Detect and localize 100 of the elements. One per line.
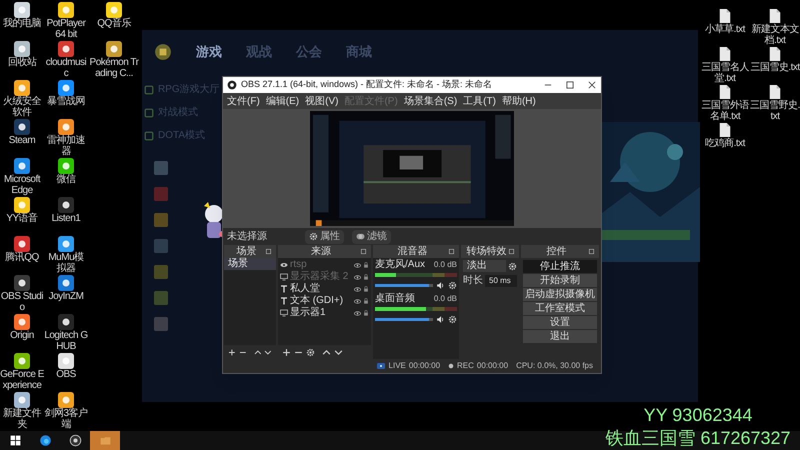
eye-icon[interactable] <box>354 310 361 316</box>
app-icon[interactable] <box>58 2 74 18</box>
icon-label[interactable]: 雷神加速器 <box>44 135 88 157</box>
app-icon[interactable] <box>58 236 74 252</box>
eye-icon[interactable] <box>354 274 361 280</box>
app-icon[interactable] <box>58 41 74 57</box>
control-button[interactable]: 工作室模式 <box>523 302 597 315</box>
speaker-icon[interactable] <box>436 314 445 324</box>
icon-label[interactable]: MuMu模拟器 <box>44 252 88 274</box>
icon-label[interactable]: 暴雪战网 <box>47 96 85 107</box>
icon-label[interactable]: YY语音 <box>6 213 38 224</box>
icon-label[interactable]: GeForce Experience <box>0 369 44 391</box>
icon-label[interactable]: cloudmusic <box>44 57 88 79</box>
control-button[interactable]: 退出 <box>523 330 597 343</box>
app-icon[interactable] <box>14 236 30 252</box>
app-icon[interactable] <box>14 80 30 96</box>
gear-icon[interactable] <box>448 280 457 290</box>
app-icon[interactable] <box>14 275 30 291</box>
nav-tab[interactable]: 游戏 <box>196 42 222 62</box>
app-icon[interactable] <box>58 353 74 369</box>
icon-label[interactable]: OBS <box>56 369 76 380</box>
icon-label[interactable]: Listen1 <box>52 213 80 224</box>
app-icon[interactable] <box>58 80 74 96</box>
gear-icon[interactable] <box>306 348 315 356</box>
up-icon[interactable] <box>322 348 331 356</box>
source-item[interactable]: 显示器1 <box>290 307 352 319</box>
icon-label[interactable]: JoyInZM <box>48 291 84 302</box>
maximize-icon[interactable] <box>565 80 575 90</box>
icon-label[interactable]: 三国雪史.txt <box>750 62 800 73</box>
document-icon[interactable] <box>718 8 732 24</box>
document-icon[interactable] <box>718 84 732 100</box>
close-icon[interactable] <box>587 80 597 90</box>
app-icon[interactable] <box>58 197 74 213</box>
icon-label[interactable]: 腾讯QQ <box>5 252 39 263</box>
icon-label[interactable]: Steam <box>8 135 36 146</box>
app-icon[interactable] <box>14 353 30 369</box>
control-button[interactable]: 开始录制 <box>523 274 597 287</box>
app-icon[interactable] <box>14 158 30 174</box>
icon-label[interactable]: Microsoft Edge <box>0 174 44 196</box>
control-button[interactable]: 停止推流 <box>523 260 597 273</box>
document-icon[interactable] <box>768 46 782 62</box>
app-icon[interactable] <box>58 158 74 174</box>
app-icon[interactable] <box>14 2 30 18</box>
gear-icon[interactable] <box>448 314 457 324</box>
icon-label[interactable]: 微信 <box>56 174 76 185</box>
app-icon[interactable] <box>106 41 122 57</box>
add-icon[interactable] <box>228 348 236 356</box>
source-item[interactable]: 私人堂 <box>290 283 352 295</box>
document-icon[interactable] <box>718 122 732 138</box>
eye-icon[interactable] <box>354 298 361 304</box>
icon-label[interactable]: 火绒安全软件 <box>0 96 44 118</box>
icon-label[interactable]: PotPlayer 64 bit <box>44 18 88 40</box>
lock-icon[interactable] <box>363 286 369 292</box>
icon-label[interactable]: Logitech G HUB <box>44 330 88 352</box>
speaker-icon[interactable] <box>436 280 445 290</box>
filters-button[interactable]: 滤镜 <box>352 230 391 244</box>
app-icon[interactable] <box>106 2 122 18</box>
icon-label[interactable]: QQ音乐 <box>97 18 131 29</box>
eye-icon[interactable] <box>354 262 361 268</box>
icon-label[interactable]: Origin <box>10 330 34 341</box>
lock-icon[interactable] <box>363 310 369 316</box>
control-button[interactable]: 设置 <box>523 316 597 329</box>
duration-field[interactable]: 50 ms <box>485 275 517 287</box>
app-icon[interactable] <box>58 275 74 291</box>
icon-label[interactable]: 剑网3客户端 <box>44 408 88 430</box>
icon-label[interactable]: OBS Studio <box>0 291 44 313</box>
icon-label[interactable]: 三国雪名人堂.txt <box>700 62 750 84</box>
source-item[interactable]: 文本 (GDI+) <box>290 295 352 307</box>
menu-item[interactable]: 编辑(E) <box>266 94 300 108</box>
icon-label[interactable]: 回收站 <box>8 57 36 68</box>
icon-label[interactable]: 三国雪外语名单.txt <box>700 100 750 122</box>
app-icon[interactable] <box>14 392 30 408</box>
icon-label[interactable]: 小草草.txt <box>700 24 750 35</box>
lock-icon[interactable] <box>363 274 369 280</box>
scene-item[interactable]: 场景 <box>224 258 276 270</box>
control-button[interactable]: 启动虚拟摄像机 <box>523 288 597 301</box>
app-icon[interactable] <box>14 119 30 135</box>
transition-dropdown[interactable]: 淡出 <box>463 260 506 272</box>
app-icon[interactable] <box>58 392 74 408</box>
gear-icon[interactable] <box>508 262 517 270</box>
app-icon[interactable] <box>14 41 30 57</box>
app-icon[interactable] <box>14 314 30 330</box>
icon-label[interactable]: 三国雪野史.txt <box>750 100 800 122</box>
down-icon[interactable] <box>334 348 343 356</box>
eye-icon[interactable] <box>354 286 361 292</box>
document-icon[interactable] <box>768 8 782 24</box>
icon-label[interactable]: 新建文本文档.txt <box>750 24 800 46</box>
menu-item[interactable]: 帮助(H) <box>502 94 536 108</box>
icon-label[interactable]: 吃鸡商.txt <box>700 138 750 149</box>
lock-icon[interactable] <box>363 298 369 304</box>
app-icon[interactable] <box>58 314 74 330</box>
document-icon[interactable] <box>768 84 782 100</box>
app-icon[interactable] <box>58 119 74 135</box>
up-icon[interactable] <box>254 348 262 356</box>
icon-label[interactable]: Pokémon Trading C... <box>88 57 140 79</box>
properties-button[interactable]: 属性 <box>305 230 344 244</box>
menu-item[interactable]: 视图(V) <box>305 94 338 108</box>
app-icon[interactable] <box>14 197 30 213</box>
lock-icon[interactable] <box>363 262 369 268</box>
menu-item[interactable]: 场景集合(S) <box>404 94 458 108</box>
